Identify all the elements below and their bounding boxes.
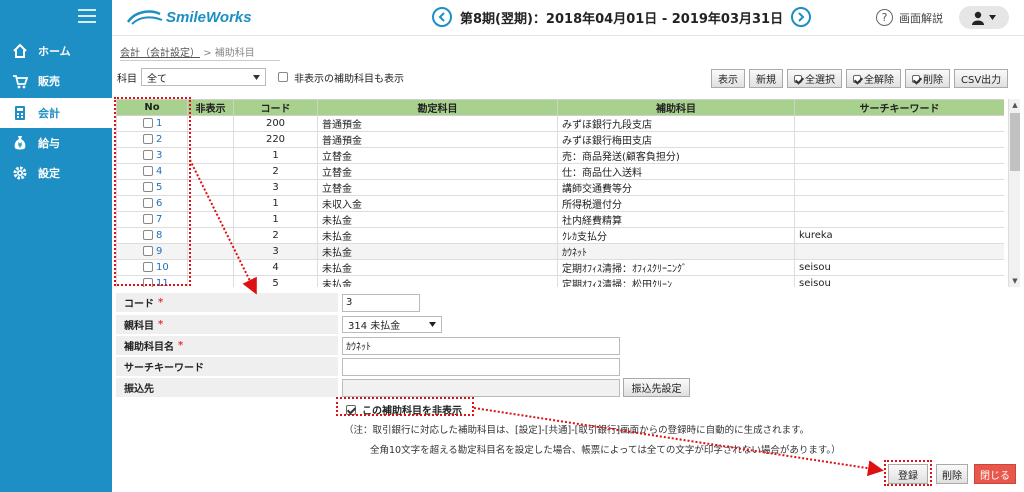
annotation-arrows — [189, 159, 884, 477]
annotation-arrow-1 — [189, 159, 257, 295]
annotation-arrow-2 — [473, 407, 884, 477]
